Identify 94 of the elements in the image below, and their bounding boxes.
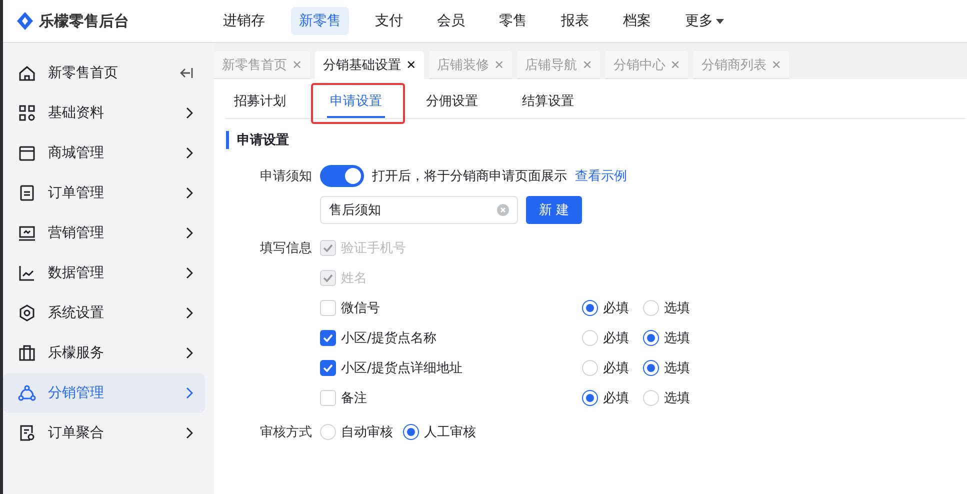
sidebar-item[interactable]: 系统设置 [3, 293, 205, 333]
chevron-right-icon [185, 307, 193, 319]
section-title: 申请设置 [226, 131, 967, 149]
briefcase-icon [18, 344, 36, 362]
sub-tab[interactable]: 招募计划 [231, 92, 289, 118]
radio-button[interactable] [643, 330, 659, 346]
home-icon [18, 64, 36, 82]
checkbox-label: 备注 [341, 390, 367, 407]
nav-tab[interactable]: 支付 [367, 7, 411, 35]
nav-tab[interactable]: 新零售 [291, 7, 349, 35]
store-icon [18, 144, 36, 162]
sidebar-item[interactable]: 分销管理 [3, 373, 205, 413]
radio-label: 必填 [603, 360, 629, 377]
radio-label: 必填 [603, 390, 629, 407]
logo-icon [17, 12, 33, 30]
radio-label: 选填 [664, 330, 690, 347]
grid-icon [18, 104, 36, 122]
checkbox-label: 验证手机号 [341, 240, 406, 257]
sub-tab[interactable]: 结算设置 [519, 92, 577, 118]
radio-label: 必填 [603, 330, 629, 347]
radio-label: 必填 [603, 300, 629, 317]
line-chart-icon [18, 264, 36, 282]
sidebar-label: 订单管理 [48, 184, 105, 202]
settings-icon [18, 304, 36, 322]
sidebar-label: 商城管理 [48, 144, 105, 162]
collapse-icon[interactable] [179, 67, 193, 79]
sidebar-label: 分销管理 [48, 384, 105, 402]
sidebar-label: 系统设置 [48, 304, 105, 322]
chevron-right-icon [185, 267, 193, 279]
check-icon [323, 334, 333, 342]
check-icon [323, 364, 333, 372]
close-icon[interactable]: ✕ [406, 58, 416, 72]
chevron-right-icon [185, 147, 193, 159]
sidebar-label: 基础资料 [48, 104, 105, 122]
form-label: 审核方式 [259, 424, 313, 441]
checkbox-label: 小区/提货点详细地址 [341, 360, 462, 377]
sub-tab[interactable]: 分佣设置 [423, 92, 481, 118]
checkbox-label: 小区/提货点名称 [341, 330, 436, 347]
sidebar-item[interactable]: 订单聚合 [3, 413, 205, 453]
sidebar-label: 订单聚合 [48, 424, 105, 442]
sidebar-label: 新零售首页 [48, 64, 119, 82]
radio-label: 人工审核 [424, 424, 476, 441]
nav-tab[interactable]: 进销存 [215, 7, 273, 35]
radio-button[interactable] [582, 390, 598, 406]
nav-tab[interactable]: 更多 [677, 7, 732, 35]
sidebar-item[interactable]: 订单管理 [3, 173, 205, 213]
page-tab[interactable]: 分销基础设置 ✕ [315, 51, 424, 79]
radio-button[interactable] [643, 360, 659, 376]
sub-tab[interactable]: 申请设置 [327, 92, 385, 118]
toggle-switch[interactable] [320, 165, 364, 187]
sidebar-item[interactable]: 新零售首页 [3, 53, 205, 93]
checkbox[interactable] [320, 360, 336, 376]
sidebar-item[interactable]: 基础资料 [3, 93, 205, 133]
sidebar-label: 营销管理 [48, 224, 105, 242]
example-link[interactable]: 查看示例 [575, 167, 627, 185]
sidebar-label: 数据管理 [48, 264, 105, 282]
hint-text: 打开后，将于分销商申请页面展示 [372, 168, 567, 185]
monitor-icon [18, 224, 36, 242]
chevron-right-icon [185, 187, 193, 199]
chevron-right-icon [185, 227, 193, 239]
notice-select[interactable]: 售后须知 [320, 196, 518, 224]
checkbox-label: 姓名 [341, 270, 367, 287]
radio-label: 选填 [664, 300, 690, 317]
clear-icon[interactable] [497, 204, 509, 216]
brand-name: 乐檬零售后台 [39, 12, 129, 30]
radio-label: 选填 [664, 360, 690, 377]
form-label: 申请须知 [259, 168, 313, 185]
checkbox-label: 微信号 [341, 300, 380, 317]
radio-button[interactable] [582, 300, 598, 316]
caret-down-icon [716, 18, 724, 24]
radio-button[interactable] [403, 424, 419, 440]
sidebar-item[interactable]: 营销管理 [3, 213, 205, 253]
share-icon [18, 384, 36, 402]
chevron-right-icon [185, 107, 193, 119]
new-button[interactable]: 新 建 [526, 196, 582, 224]
chevron-right-icon [185, 347, 193, 359]
check-icon [323, 244, 333, 252]
sidebar-item[interactable]: 商城管理 [3, 133, 205, 173]
document-gear-icon [18, 424, 36, 442]
nav-tab[interactable]: 零售 [491, 7, 535, 35]
nav-tab[interactable]: 档案 [615, 7, 659, 35]
chevron-right-icon [185, 427, 193, 439]
chevron-right-icon [185, 387, 193, 399]
check-icon [323, 274, 333, 282]
document-icon [18, 184, 36, 202]
checkbox[interactable] [320, 330, 336, 346]
radio-label: 自动审核 [341, 424, 393, 441]
nav-tab[interactable]: 报表 [553, 7, 597, 35]
form-label: 填写信息 [259, 240, 313, 257]
sidebar-label: 乐檬服务 [48, 344, 105, 362]
radio-label: 选填 [664, 390, 690, 407]
nav-tab[interactable]: 会员 [429, 7, 473, 35]
sidebar-item[interactable]: 数据管理 [3, 253, 205, 293]
sidebar-item[interactable]: 乐檬服务 [3, 333, 205, 373]
